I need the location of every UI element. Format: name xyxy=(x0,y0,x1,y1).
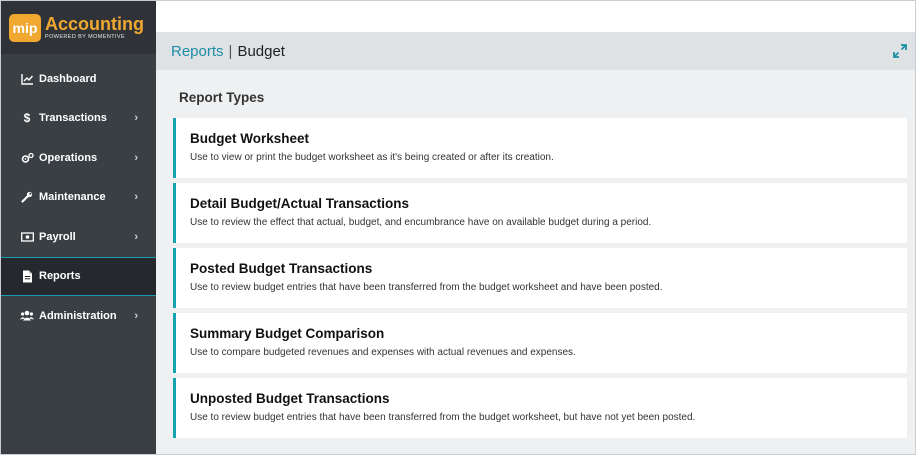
brand-title: Accounting xyxy=(45,14,144,34)
page-header: Reports | Budget xyxy=(156,32,915,70)
sidebar: mip Accounting POWERED BY MOMENTIVE Dash… xyxy=(1,1,156,454)
chevron-right-icon: › xyxy=(134,230,138,243)
section-title: Report Types xyxy=(179,90,265,105)
sidebar-item-label: Dashboard xyxy=(39,72,97,85)
report-title: Unposted Budget Transactions xyxy=(190,391,390,406)
dollar-icon: $ xyxy=(23,111,31,126)
breadcrumb-separator: | xyxy=(228,42,233,60)
report-title: Budget Worksheet xyxy=(190,131,310,146)
sidebar-item-label: Operations xyxy=(39,151,98,164)
brand-logo[interactable]: mip Accounting POWERED BY MOMENTIVE xyxy=(1,1,156,54)
sidebar-item-label: Payroll xyxy=(39,230,76,243)
wrench-icon xyxy=(20,190,34,204)
sidebar-item-maintenance[interactable]: Maintenance › xyxy=(1,178,156,218)
app-window: mip Accounting POWERED BY MOMENTIVE Dash… xyxy=(0,0,916,455)
report-card-detail-budget-actual[interactable]: Detail Budget/Actual Transactions Use to… xyxy=(173,183,907,243)
report-card-posted-budget[interactable]: Posted Budget Transactions Use to review… xyxy=(173,248,907,308)
report-card-budget-worksheet[interactable]: Budget Worksheet Use to view or print th… xyxy=(173,118,907,178)
document-icon xyxy=(20,269,34,283)
brand-subtitle: POWERED BY MOMENTIVE xyxy=(45,34,126,40)
report-card-summary-budget[interactable]: Summary Budget Comparison Use to compare… xyxy=(173,313,907,373)
sidebar-item-transactions[interactable]: $ Transactions › xyxy=(1,99,156,139)
sidebar-item-administration[interactable]: Administration › xyxy=(1,296,156,336)
chevron-right-icon: › xyxy=(134,309,138,322)
report-card-unposted-budget[interactable]: Unposted Budget Transactions Use to revi… xyxy=(173,378,907,438)
page-title: Budget xyxy=(237,42,285,60)
sidebar-item-label: Reports xyxy=(39,270,81,283)
content-area: Report Types Budget Worksheet Use to vie… xyxy=(156,70,915,443)
report-title: Posted Budget Transactions xyxy=(190,261,373,276)
chart-line-icon xyxy=(20,72,34,86)
report-description: Use to compare budgeted revenues and exp… xyxy=(190,347,576,358)
report-description: Use to review budget entries that have b… xyxy=(190,282,663,293)
sidebar-item-label: Administration xyxy=(39,309,117,322)
report-title: Summary Budget Comparison xyxy=(190,326,385,341)
sidebar-item-payroll[interactable]: Payroll › xyxy=(1,217,156,257)
gears-icon xyxy=(20,151,34,165)
report-description: Use to review the effect that actual, bu… xyxy=(190,217,652,228)
report-description: Use to view or print the budget workshee… xyxy=(190,152,554,163)
chevron-right-icon: › xyxy=(134,151,138,164)
expand-icon[interactable] xyxy=(893,44,907,58)
main-area: Reports | Budget Report Types Budget Wor… xyxy=(156,1,915,454)
chevron-right-icon: › xyxy=(134,191,138,204)
chevron-right-icon: › xyxy=(134,112,138,125)
breadcrumb-reports-link[interactable]: Reports xyxy=(171,43,224,60)
report-title: Detail Budget/Actual Transactions xyxy=(190,196,410,211)
report-description: Use to review budget entries that have b… xyxy=(190,412,696,423)
sidebar-item-operations[interactable]: Operations › xyxy=(1,138,156,178)
users-icon xyxy=(20,309,34,323)
top-bar xyxy=(156,1,915,32)
sidebar-item-dashboard[interactable]: Dashboard xyxy=(1,59,156,99)
sidebar-item-label: Maintenance xyxy=(39,191,106,204)
logo-badge: mip xyxy=(9,13,41,42)
sidebar-nav: Dashboard $ Transactions › Operations › … xyxy=(1,59,156,336)
money-icon xyxy=(20,230,34,244)
sidebar-item-reports[interactable]: Reports xyxy=(1,256,156,296)
sidebar-item-label: Transactions xyxy=(39,112,107,125)
